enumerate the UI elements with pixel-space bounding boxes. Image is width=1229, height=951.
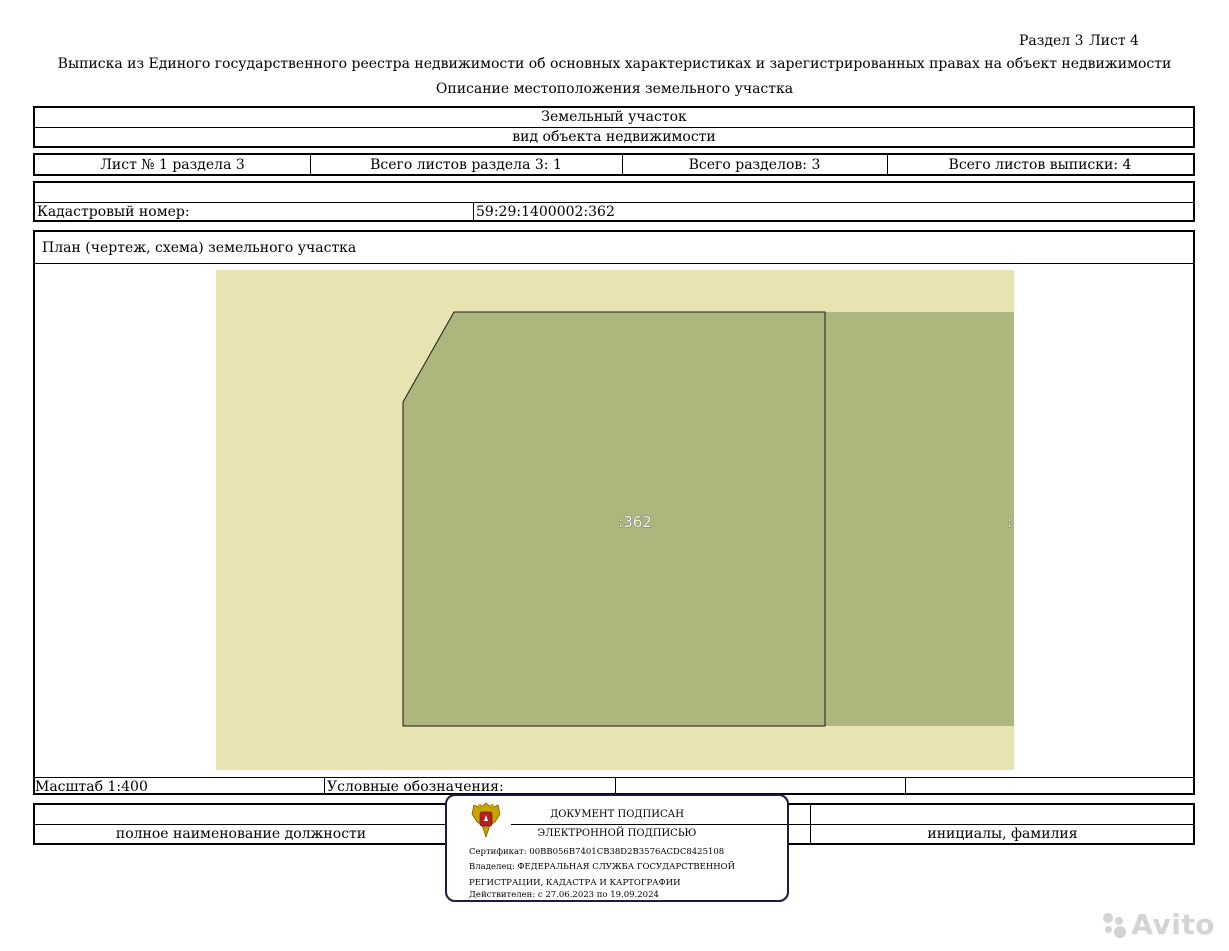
watermark-text: Avito	[1131, 908, 1215, 941]
divider	[35, 127, 1193, 128]
stamp-line1: ДОКУМЕНТ ПОДПИСАН	[550, 809, 684, 820]
neighbor-label: :	[1007, 513, 1012, 531]
divider	[905, 777, 906, 793]
divider	[35, 777, 1193, 778]
neighbor-parcel	[825, 312, 1014, 726]
sheet-info-row: Лист № 1 раздела 3 Всего листов раздела …	[33, 153, 1195, 176]
scale: Масштаб 1:400	[35, 779, 148, 795]
initials-caption: инициалы, фамилия	[927, 826, 1078, 842]
sheet-number: Лист 4	[1089, 33, 1139, 49]
stamp-owner-line1: Владелец: ФЕДЕРАЛЬНАЯ СЛУЖБА ГОСУДАРСТВЕ…	[469, 862, 736, 872]
divider	[615, 777, 616, 793]
cadastral-number: 59:29:1400002:362	[476, 204, 615, 220]
object-type: Земельный участок	[541, 109, 687, 125]
stamp-owner-line2: РЕГИСТРАЦИИ, КАДАСТРА И КАРТОГРАФИИ	[469, 878, 681, 888]
legend-label: Условные обозначения:	[327, 779, 504, 795]
stamp-line2: ЭЛЕКТРОННОЙ ПОДПИСЬЮ	[537, 828, 697, 839]
total-sheets-extract: Всего листов выписки: 4	[948, 157, 1132, 173]
section-number: Раздел 3	[1019, 33, 1084, 49]
divider	[511, 824, 787, 825]
total-sheets-section: Всего листов раздела 3: 1	[370, 157, 562, 173]
divider	[324, 777, 325, 793]
plan-map: :362 :	[216, 270, 1014, 770]
plan-title: План (чертеж, схема) земельного участка	[42, 240, 357, 256]
stamp-valid: Действителен: с 27.06.2023 по 19.09.2024	[469, 890, 659, 900]
document-title: Выписка из Единого государственного реес…	[57, 56, 1172, 72]
divider	[35, 202, 1193, 203]
avito-logo-icon	[1101, 911, 1129, 939]
avito-watermark: Avito	[1101, 908, 1215, 941]
position-caption: полное наименование должности	[115, 826, 367, 842]
sheet-number-of-section: Лист № 1 раздела 3	[100, 157, 245, 173]
object-type-box: Земельный участок вид объекта недвижимос…	[33, 106, 1195, 148]
divider	[473, 202, 474, 220]
stamp-certificate: Сертификат: 00BB056B7401CB38D2B3576ACDC8…	[469, 847, 725, 857]
cadastral-label: Кадастровый номер:	[37, 204, 190, 220]
total-sections: Всего разделов: 3	[688, 157, 821, 173]
document-subtitle: Описание местоположения земельного участ…	[435, 81, 794, 97]
object-type-caption: вид объекта недвижимости	[512, 129, 716, 145]
parcel-label: :362	[618, 513, 652, 531]
divider	[35, 263, 1193, 264]
parcel-362	[402, 311, 826, 727]
signature-stamp: ДОКУМЕНТ ПОДПИСАН ЭЛЕКТРОННОЙ ПОДПИСЬЮ С…	[445, 794, 789, 902]
cadastral-box: Кадастровый номер: 59:29:1400002:362	[33, 181, 1195, 222]
